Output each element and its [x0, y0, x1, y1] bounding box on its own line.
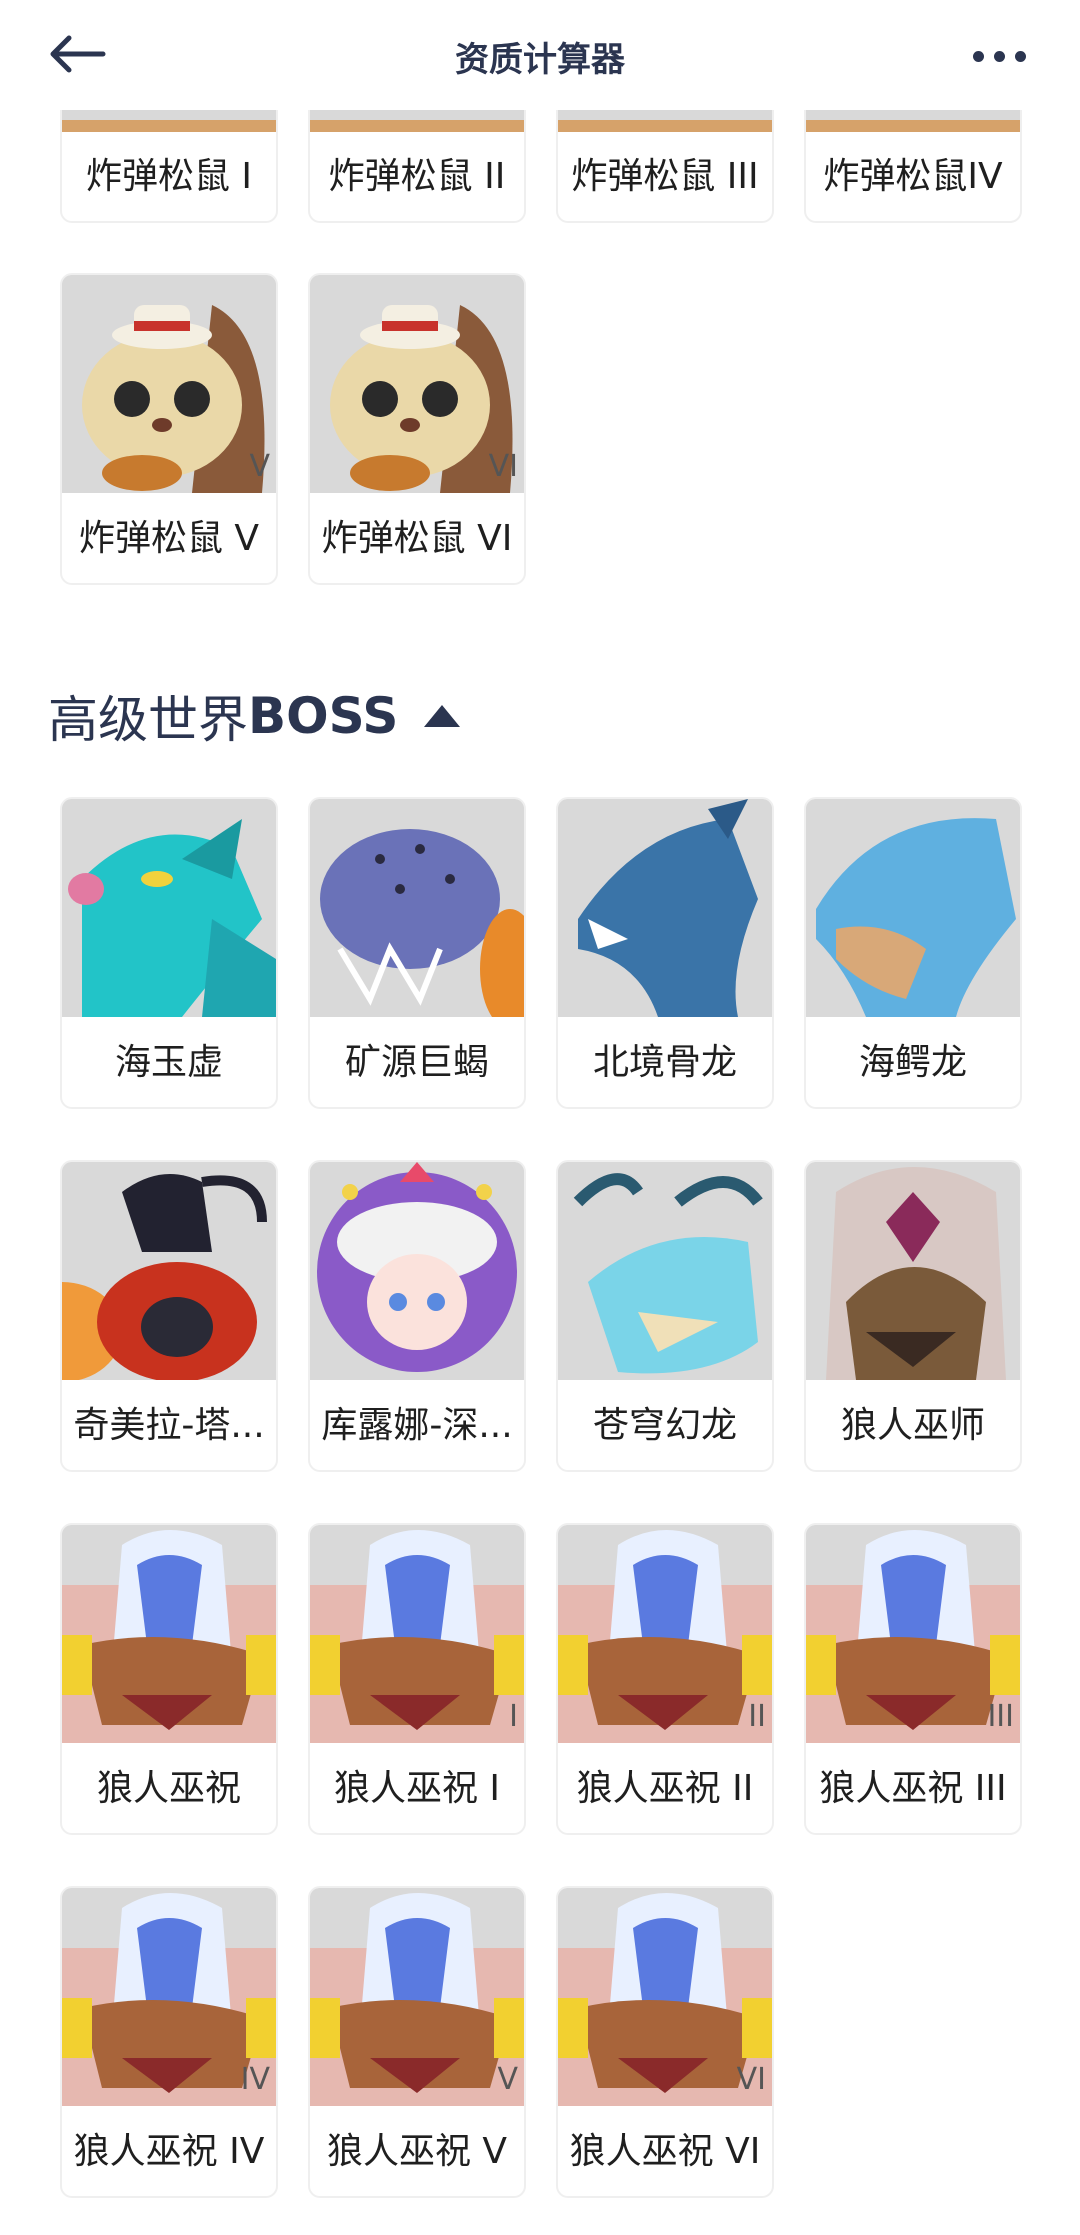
boss-portrait [62, 1525, 276, 1743]
card-name: 炸弹松鼠 III [571, 156, 759, 197]
card-name: 海玉虚 [114, 1042, 223, 1083]
boss-card[interactable]: 矿源巨蝎 [308, 797, 526, 1109]
boss-card[interactable]: II 狼人巫祝 II [556, 1523, 774, 1835]
boss-card[interactable]: 奇美拉-塔... [60, 1160, 278, 1472]
squirrel-card-6[interactable]: VI 炸弹松鼠 VI [308, 273, 526, 585]
card-name: 狼人巫祝 II [576, 1768, 754, 1809]
card-name: 狼人巫祝 IV [73, 2131, 265, 2172]
card-name: 北境骨龙 [592, 1042, 737, 1083]
card-name: 炸弹松鼠 I [85, 156, 253, 197]
card-name: 苍穹幻龙 [592, 1405, 737, 1446]
more-options-button[interactable] [964, 36, 1034, 76]
card-name: 狼人巫祝 VI [569, 2131, 761, 2172]
boss-card[interactable]: IV 狼人巫祝 IV [60, 1886, 278, 2198]
card-name: 炸弹松鼠 V [78, 518, 260, 559]
boss-card[interactable]: 海鳄龙 [804, 797, 1022, 1109]
section-header-boss[interactable]: 高级世界 BOSS [48, 680, 461, 752]
card-name: 狼人巫祝 III [819, 1768, 1007, 1809]
boss-card[interactable]: 狼人巫师 [804, 1160, 1022, 1472]
boss-portrait [806, 1162, 1020, 1380]
card-name: 奇美拉-塔... [73, 1405, 265, 1446]
card-name: 炸弹松鼠IV [823, 156, 1003, 197]
tier-badge: III [987, 1699, 1014, 1734]
tier-badge: IV [240, 2062, 270, 2097]
boss-portrait [62, 1162, 276, 1380]
boss-portrait [558, 1162, 772, 1380]
card-name: 海鳄龙 [858, 1042, 967, 1083]
card-name: 狼人巫祝 [96, 1768, 241, 1809]
more-dot-icon [993, 50, 1005, 62]
card-name: 炸弹松鼠 VI [321, 518, 513, 559]
card-name: 炸弹松鼠 II [328, 156, 506, 197]
boss-card[interactable]: 海玉虚 [60, 797, 278, 1109]
squirrel-portrait [62, 275, 276, 493]
top-bar: 资质计算器 [0, 0, 1080, 110]
tier-badge: VI [736, 2062, 766, 2097]
tier-badge: II [748, 1699, 766, 1734]
boss-card[interactable]: 狼人巫祝 [60, 1523, 278, 1835]
boss-portrait [62, 799, 276, 1017]
boss-portrait [310, 1525, 524, 1743]
boss-portrait [558, 799, 772, 1017]
boss-card[interactable]: I 狼人巫祝 I [308, 1523, 526, 1835]
boss-portrait [806, 799, 1020, 1017]
boss-portrait [310, 1162, 524, 1380]
card-name: 狼人巫师 [840, 1405, 985, 1446]
boss-card[interactable]: III 狼人巫祝 III [804, 1523, 1022, 1835]
squirrel-card-5[interactable]: V 炸弹松鼠 V [60, 273, 278, 585]
tier-badge: VI [488, 449, 518, 484]
card-name: 库露娜-深... [321, 1405, 513, 1446]
boss-portrait [558, 1525, 772, 1743]
boss-card[interactable]: V 狼人巫祝 V [308, 1886, 526, 2198]
boss-portrait [310, 799, 524, 1017]
tier-badge: V [249, 449, 270, 484]
boss-card[interactable]: 库露娜-深... [308, 1160, 526, 1472]
boss-card[interactable]: 北境骨龙 [556, 797, 774, 1109]
tier-badge: I [509, 1699, 518, 1734]
card-name: 狼人巫祝 I [333, 1768, 501, 1809]
boss-card[interactable]: 苍穹幻龙 [556, 1160, 774, 1472]
section-title-cn: 高级世界 [48, 691, 248, 749]
card-name: 狼人巫祝 V [326, 2131, 508, 2172]
more-dot-icon [972, 50, 984, 62]
boss-card[interactable]: VI 狼人巫祝 VI [556, 1886, 774, 2198]
collapse-caret-icon[interactable] [424, 705, 461, 727]
page-title: 资质计算器 [455, 40, 625, 80]
card-name: 矿源巨蝎 [344, 1042, 489, 1083]
section-title-en: BOSS [248, 687, 399, 745]
more-dot-icon [1014, 50, 1026, 62]
tier-badge: V [497, 2062, 518, 2097]
boss-portrait [310, 1888, 524, 2106]
